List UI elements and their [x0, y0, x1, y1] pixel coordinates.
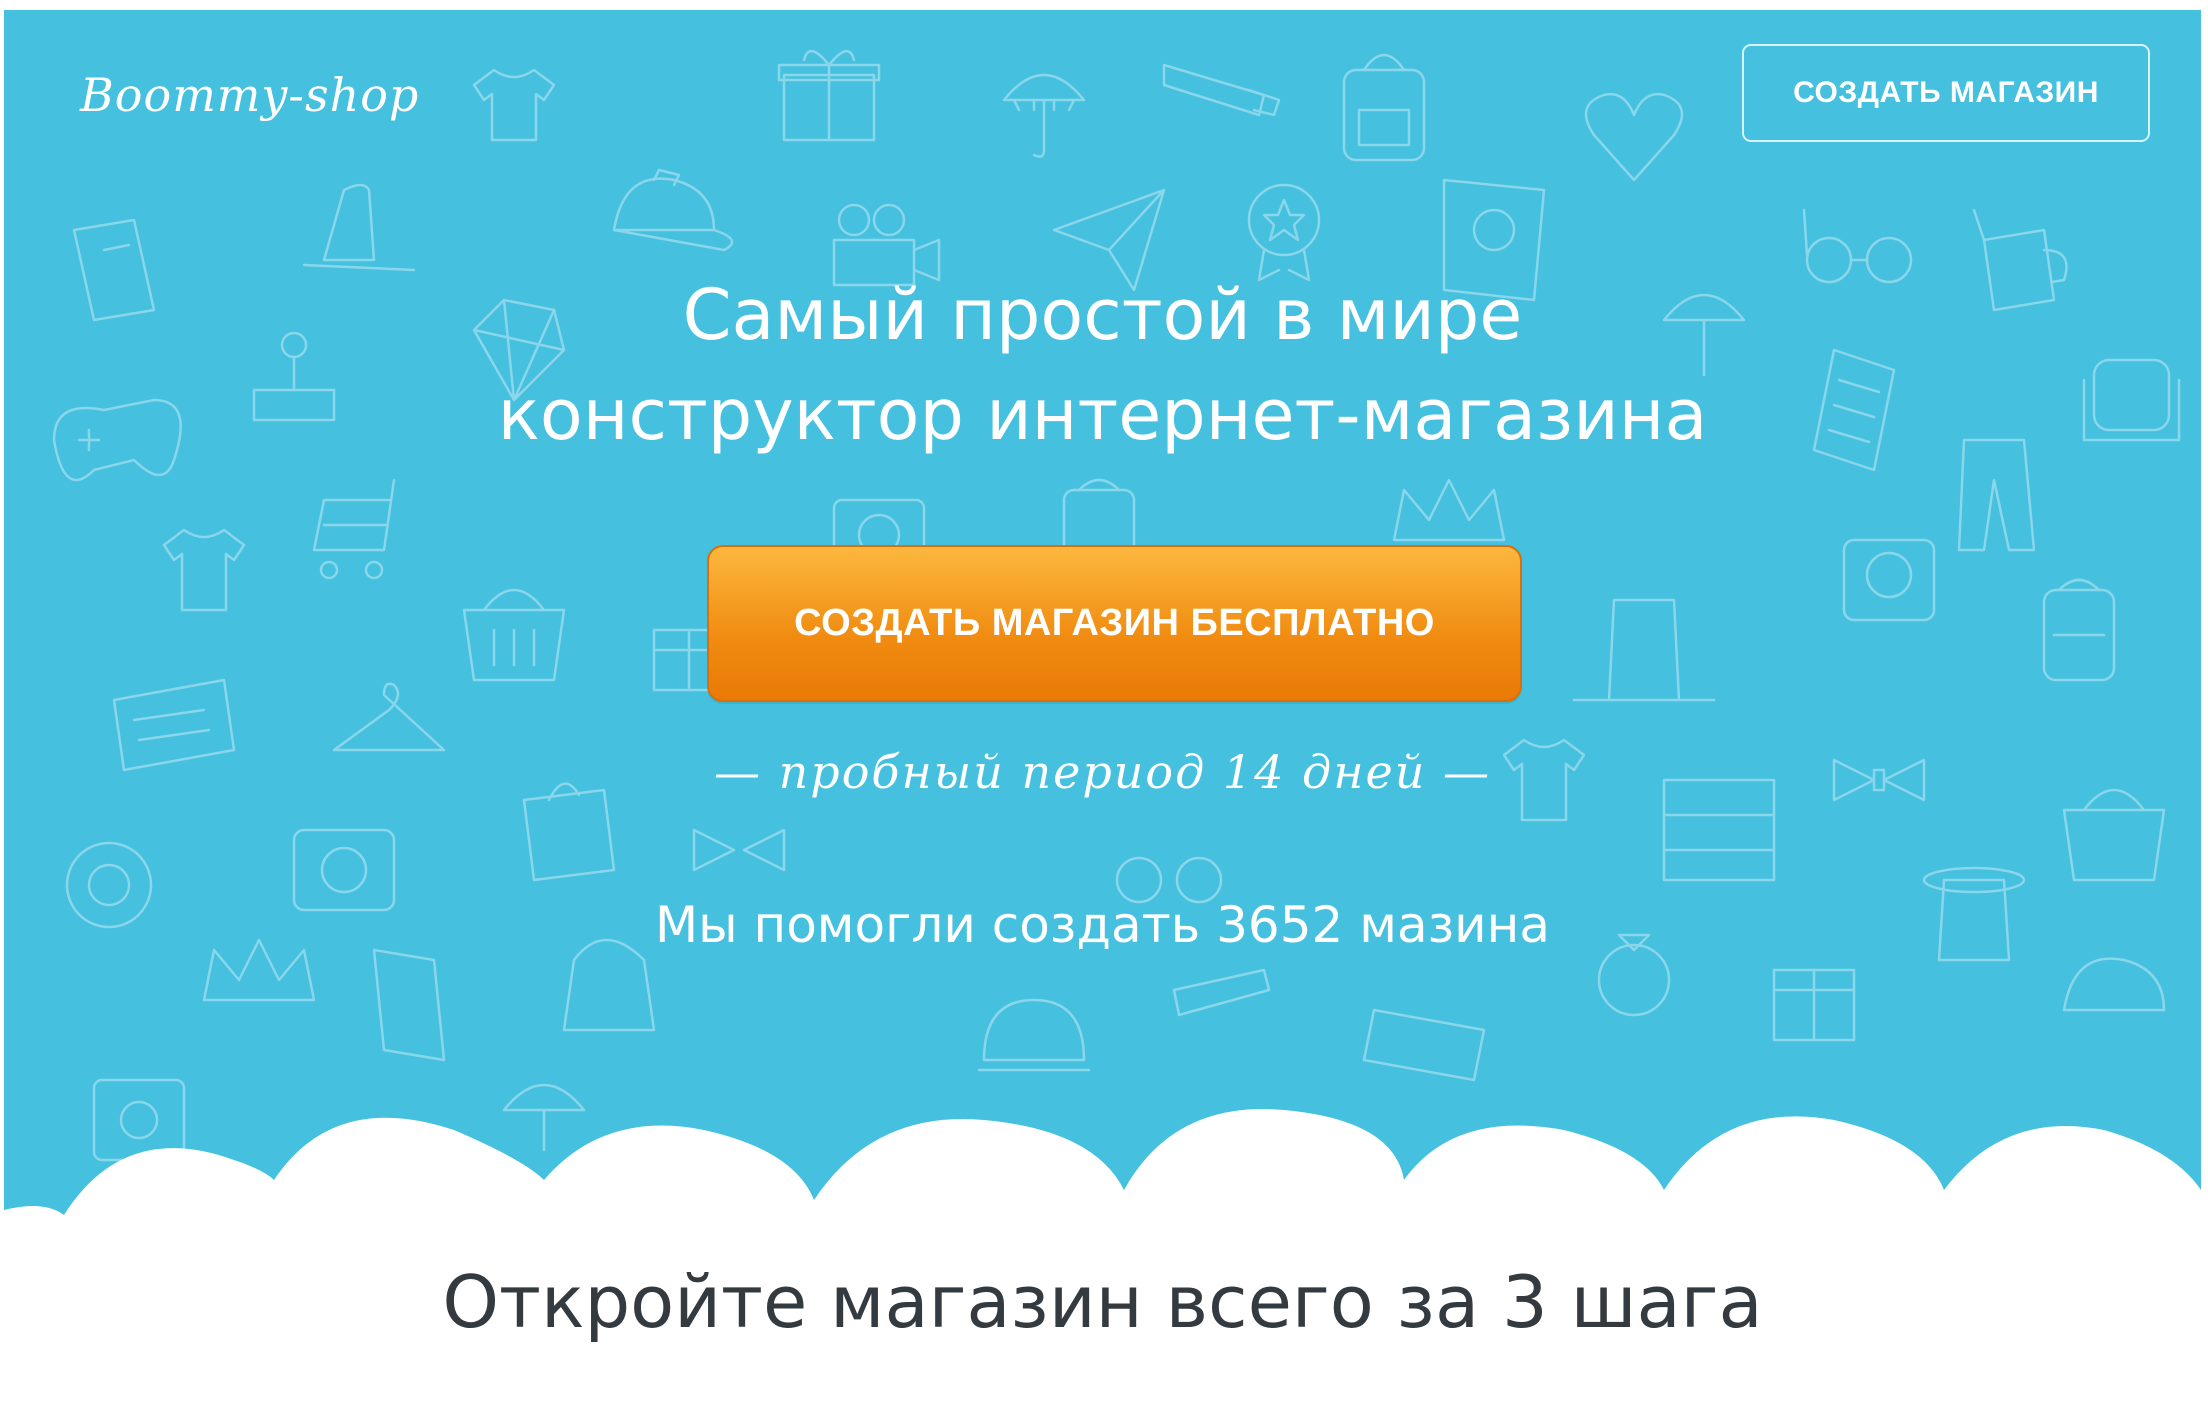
gift-icon [777, 50, 881, 142]
headline-line-1: Самый простой в мире [682, 274, 1523, 356]
backpack-icon [2042, 578, 2116, 682]
heart-icon [1584, 92, 1684, 182]
hero-section: Boommy-shop СОЗДАТЬ МАГАЗИН Самый просто… [4, 10, 2201, 1390]
hat-icon [1572, 598, 1716, 702]
camera-icon [1842, 538, 1936, 622]
headline-line-2: конструктор интернет-магазина [497, 374, 1708, 456]
backpack-icon [1342, 53, 1426, 162]
t-shirt-icon [162, 528, 246, 612]
page-frame: Boommy-shop СОЗДАТЬ МАГАЗИН Самый просто… [0, 0, 2208, 1401]
cap-icon [612, 168, 734, 252]
cap-icon [2062, 957, 2166, 1012]
trial-note: — пробный период 14 дней — [714, 745, 1491, 799]
hat-icon [302, 183, 416, 272]
create-store-free-button[interactable]: СОЗДАТЬ МАГАЗИН БЕСПЛАТНО [707, 545, 1522, 702]
t-shirt-icon [472, 68, 556, 142]
stores-helped-counter: Мы помогли создать 3652 мазина [655, 896, 1550, 954]
tie-icon [1172, 968, 1271, 1017]
tie-icon [1162, 63, 1281, 117]
create-store-button[interactable]: СОЗДАТЬ МАГАЗИН [1742, 44, 2150, 142]
page-title: Самый простой в мире конструктор интерне… [4, 265, 2201, 465]
cart-icon [312, 478, 396, 580]
umbrella-icon [1002, 73, 1086, 158]
basket-icon [462, 588, 566, 682]
gift-icon [1772, 968, 1856, 1042]
steps-title: Откройте магазин всего за 3 шага [442, 1260, 1763, 1344]
logo[interactable]: Boommy-shop [80, 68, 419, 122]
basket-icon [2062, 788, 2166, 882]
crown-icon [1392, 478, 1506, 542]
book-icon [372, 948, 446, 1062]
bow-tie-icon [692, 828, 786, 872]
hanger-icon [332, 682, 446, 752]
